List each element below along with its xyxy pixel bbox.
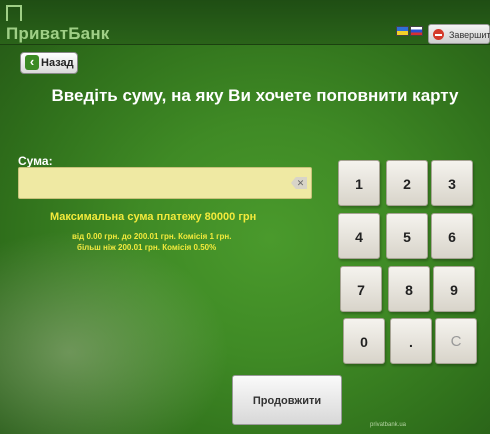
key-0[interactable]: 0 xyxy=(343,318,385,364)
key-clear[interactable]: C xyxy=(435,318,477,364)
key-3[interactable]: 3 xyxy=(431,160,473,206)
back-label: Назад xyxy=(41,57,74,69)
amount-input[interactable]: ✕ xyxy=(18,167,312,199)
atm-screen: ПриватБанк Завершити ‹ Назад Введіть сум… xyxy=(0,0,490,434)
key-6[interactable]: 6 xyxy=(431,213,473,259)
bank-logo: ПриватБанк xyxy=(6,4,120,43)
key-4[interactable]: 4 xyxy=(338,213,380,259)
key-9[interactable]: 9 xyxy=(433,266,475,312)
key-5[interactable]: 5 xyxy=(386,213,428,259)
finish-label: Завершити xyxy=(449,30,490,40)
max-sum-text: Максимальна сума платежу 80000 грн xyxy=(50,211,257,223)
key-8[interactable]: 8 xyxy=(388,266,430,312)
language-flag-ua-icon[interactable] xyxy=(396,26,409,36)
key-decimal[interactable]: . xyxy=(390,318,432,364)
header-bar: ПриватБанк Завершити xyxy=(0,0,490,45)
screen-glare xyxy=(0,230,230,434)
language-flag-ru-icon[interactable] xyxy=(410,26,423,36)
logo-icon xyxy=(6,5,22,21)
footer-text: privatbank.ua xyxy=(370,422,407,428)
chevron-left-icon: ‹ xyxy=(25,55,39,70)
logo-text: ПриватБанк xyxy=(6,24,110,43)
page-title: Введіть суму, на яку Ви хочете поповнити… xyxy=(51,86,459,105)
continue-button[interactable]: Продовжити xyxy=(232,375,342,425)
fee-line-1: від 0.00 грн. до 200.01 грн. Комісія 1 г… xyxy=(72,232,232,241)
stop-icon xyxy=(433,29,444,40)
backspace-icon[interactable]: ✕ xyxy=(291,177,307,189)
key-7[interactable]: 7 xyxy=(340,266,382,312)
keypad: 1 2 3 4 5 6 7 8 9 0 . C xyxy=(338,160,478,368)
back-button[interactable]: ‹ Назад xyxy=(20,52,78,74)
fee-line-2: більш ніж 200.01 грн. Комісія 0.50% xyxy=(77,243,217,252)
finish-button[interactable]: Завершити xyxy=(428,24,490,44)
amount-label: Сума: xyxy=(18,154,53,168)
key-1[interactable]: 1 xyxy=(338,160,380,206)
key-2[interactable]: 2 xyxy=(386,160,428,206)
